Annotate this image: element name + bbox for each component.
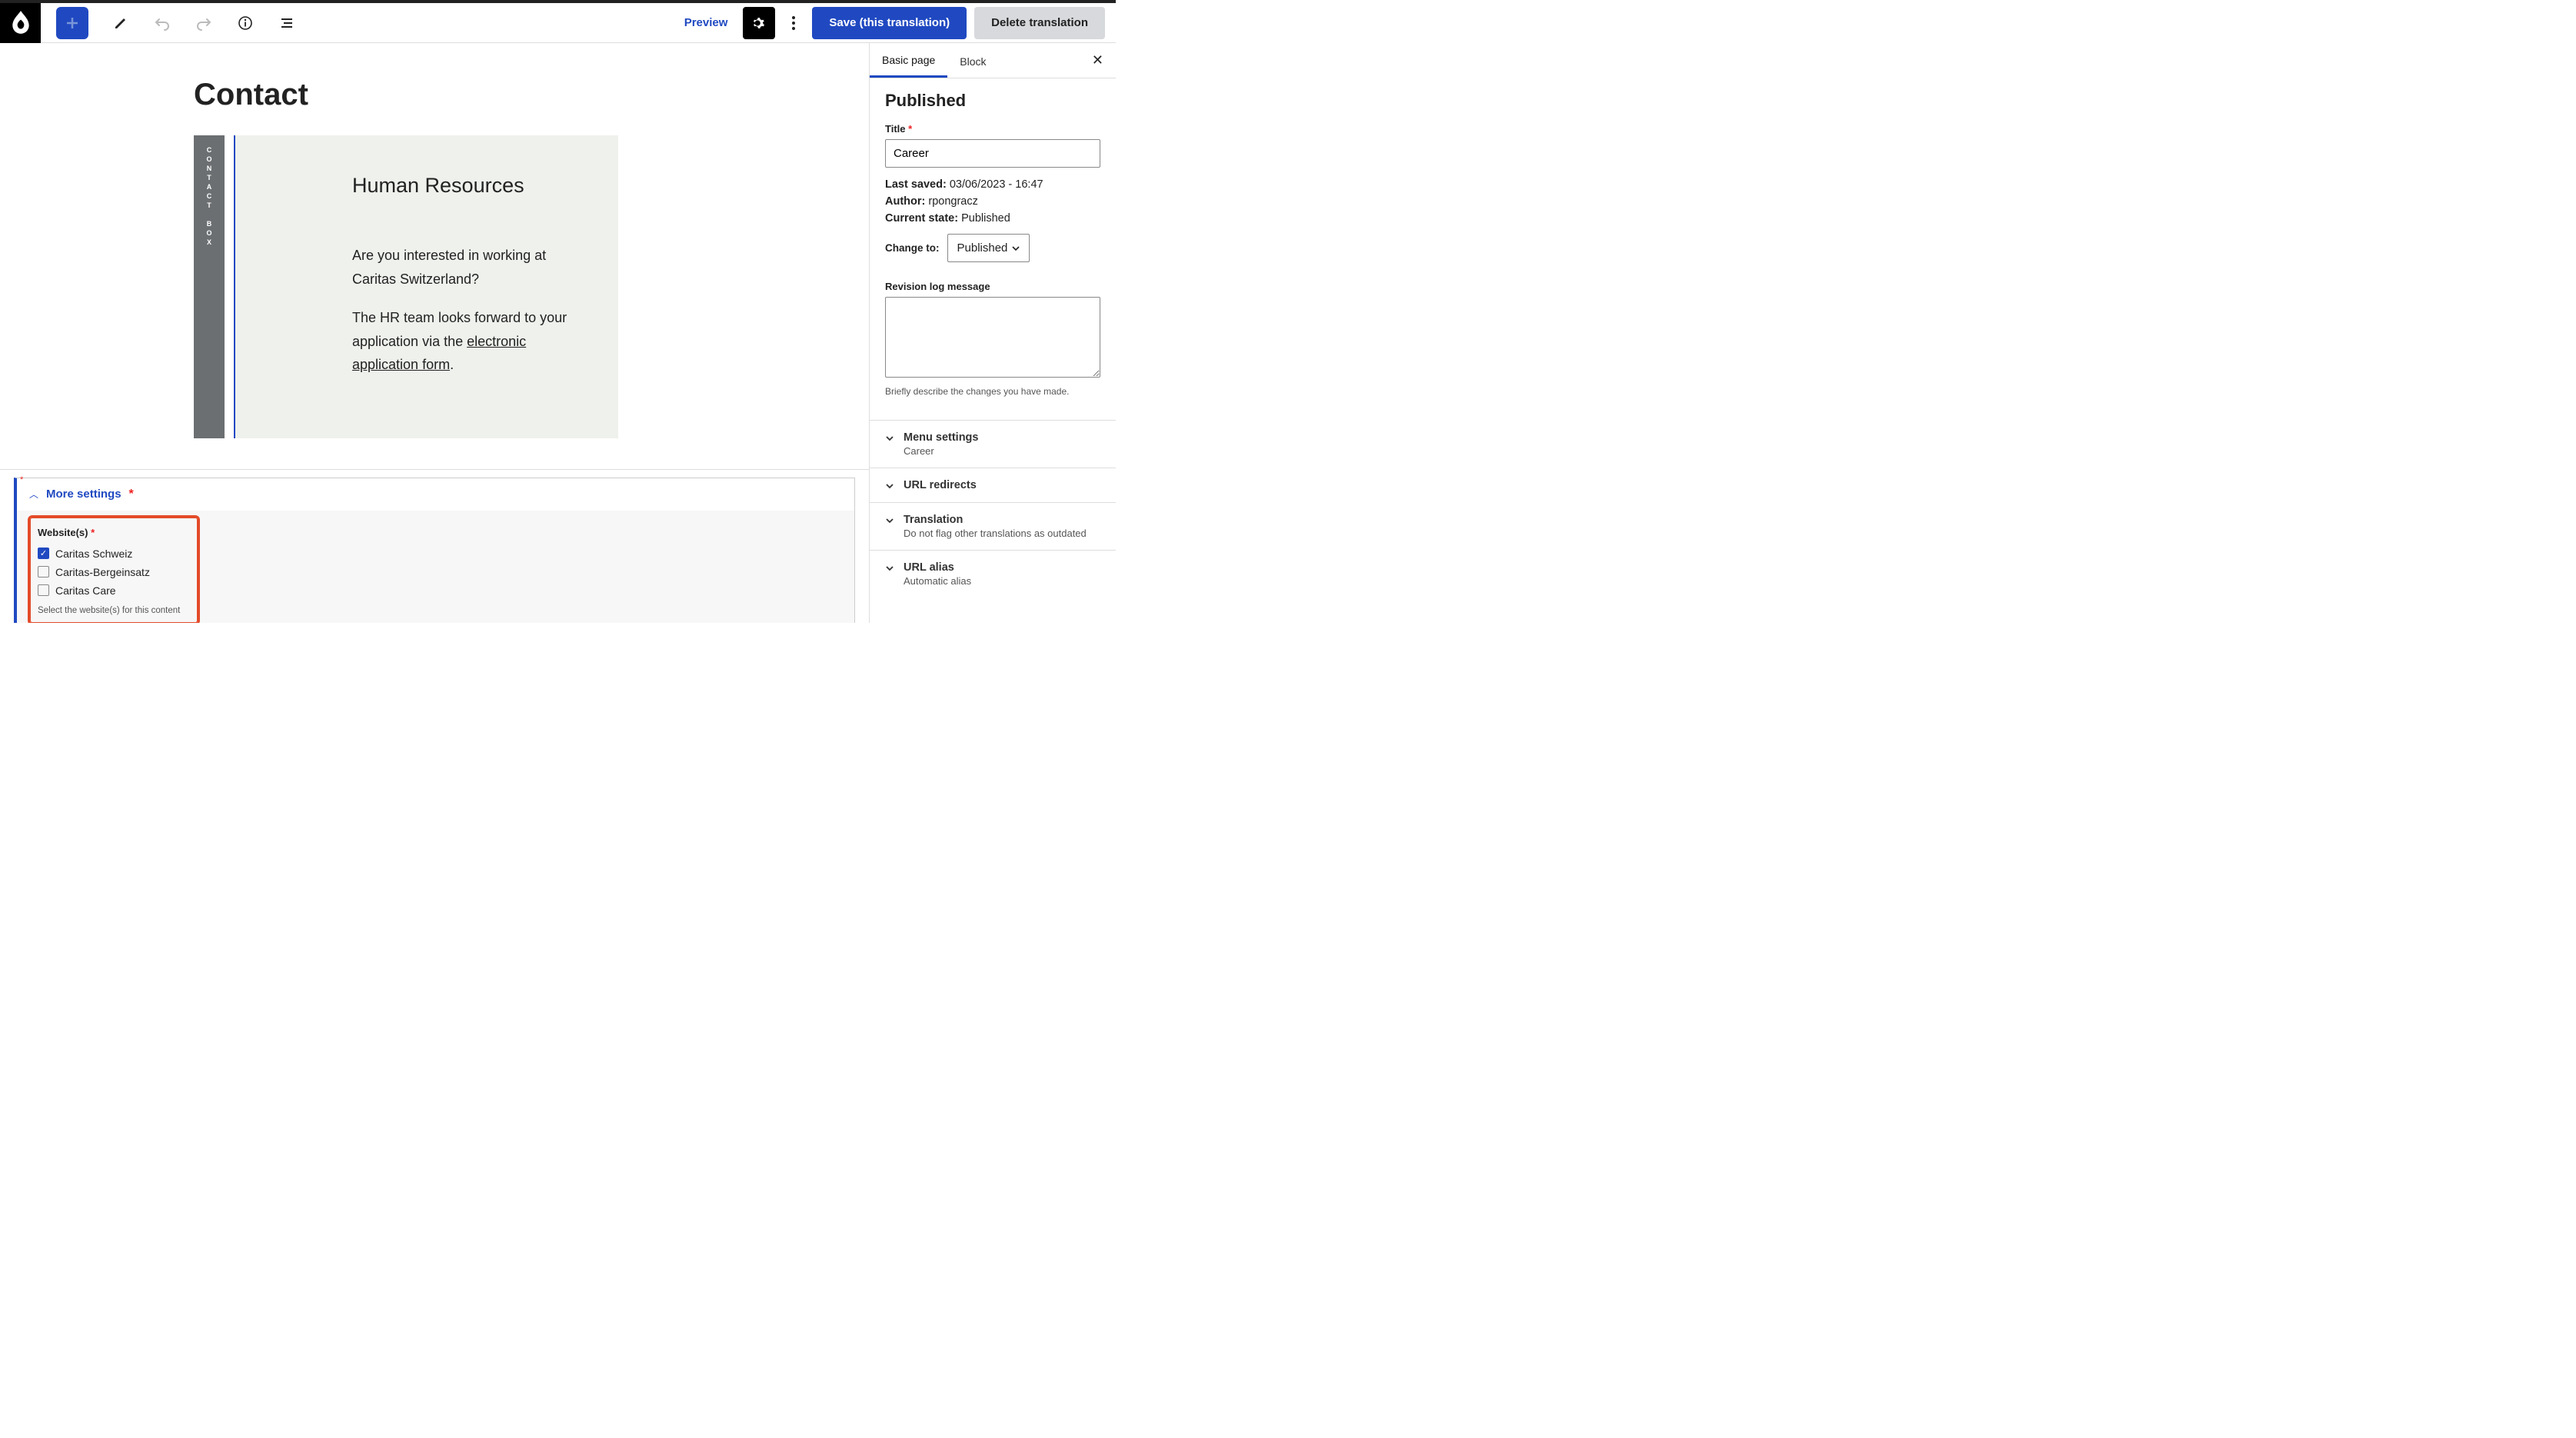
close-icon: ✕ [1092,52,1103,68]
chevron-down-icon [885,516,894,525]
toolbar-overflow-button[interactable] [786,7,801,39]
plus-icon [65,16,79,30]
settings-sidebar: Basic page Block ✕ Published Title * Las… [870,43,1116,623]
checkbox-caritas-bergeinsatz[interactable] [38,566,49,578]
author-line: Author: rpongracz [885,195,1100,208]
contact-paragraph-2[interactable]: The HR team looks forward to your applic… [352,306,587,377]
info-button[interactable] [236,14,255,32]
undo-button[interactable] [153,14,171,32]
contact-box-block[interactable]: CONTACT BOX Human Resources Are you inte… [194,135,869,438]
drupal-drop-icon [11,11,31,35]
save-button[interactable]: Save (this translation) [812,7,967,39]
websites-fieldset: Website(s) * ✓ Caritas Schweiz Caritas-B… [28,515,200,623]
gear-icon [752,16,766,30]
contact-box-content[interactable]: Human Resources Are you interested in wo… [235,135,618,438]
editor-canvas[interactable]: Contact CONTACT BOX Human Resources Are … [0,43,870,623]
add-block-button[interactable] [56,7,88,39]
current-state-line: Current state: Published [885,212,1100,225]
outline-icon [279,15,295,31]
title-field-label: Title * [885,123,1100,135]
tab-basic-page[interactable]: Basic page [870,43,947,78]
required-indicator: * [129,488,134,501]
redo-icon [196,15,211,31]
block-type-label: CONTACT BOX [205,146,213,248]
pencil-icon [113,15,128,31]
page-title[interactable]: Contact [0,43,869,135]
chevron-down-icon [1012,245,1020,252]
status-heading: Published [885,91,1100,111]
revision-log-hint: Briefly describe the changes you have ma… [885,386,1100,397]
accordion-translation[interactable]: Translation Do not flag other translatio… [870,503,1116,550]
website-option-row: ✓ Caritas Schweiz [38,544,190,563]
outline-button[interactable] [278,14,296,32]
websites-hint: Select the website(s) for this content [38,606,190,615]
revision-log-label: Revision log message [885,281,1100,292]
info-icon [238,15,253,31]
website-option-label: Caritas-Bergeinsatz [55,566,150,578]
checkbox-caritas-care[interactable] [38,584,49,596]
tab-block[interactable]: Block [947,45,998,77]
redo-button[interactable] [195,14,213,32]
drupal-logo[interactable] [0,3,41,43]
kebab-icon [792,16,795,30]
contact-paragraph-1[interactable]: Are you interested in working at Caritas… [352,244,587,291]
chevron-down-icon [885,564,894,573]
change-to-label: Change to: [885,242,940,254]
website-option-label: Caritas Schweiz [55,548,132,560]
more-settings-label: More settings [46,488,121,501]
accordion-menu-settings[interactable]: Menu settings Career [870,421,1116,468]
revision-log-textarea[interactable] [885,297,1100,378]
websites-label: Website(s) * [38,527,190,538]
website-option-label: Caritas Care [55,584,116,597]
contact-heading[interactable]: Human Resources [352,174,587,198]
chevron-down-icon [885,434,894,443]
chevron-down-icon [885,481,894,491]
block-type-handle[interactable]: CONTACT BOX [194,135,225,438]
checkbox-caritas-schweiz[interactable]: ✓ [38,548,49,559]
delete-translation-button[interactable]: Delete translation [974,7,1105,39]
accordion-url-alias[interactable]: URL alias Automatic alias [870,551,1116,598]
settings-toggle-button[interactable] [743,7,775,39]
last-saved-line: Last saved: 03/06/2023 - 16:47 [885,178,1100,191]
moderation-state-select[interactable]: Published [947,234,1030,262]
more-settings-panel: ︿ More settings * Website(s) * ✓ Caritas… [14,478,855,623]
edit-tool[interactable] [111,14,130,32]
website-option-row: Caritas Care [38,581,190,600]
undo-icon [155,15,170,31]
more-settings-toggle[interactable]: ︿ More settings * [17,478,854,511]
chevron-up-icon: ︿ [29,488,38,501]
accordion-url-redirects[interactable]: URL redirects [870,468,1116,502]
top-toolbar: Preview Save (this translation) Delete t… [0,3,1116,43]
website-option-row: Caritas-Bergeinsatz [38,563,190,581]
sidebar-close-button[interactable]: ✕ [1080,45,1116,76]
preview-link[interactable]: Preview [684,16,728,29]
title-input[interactable] [885,139,1100,168]
